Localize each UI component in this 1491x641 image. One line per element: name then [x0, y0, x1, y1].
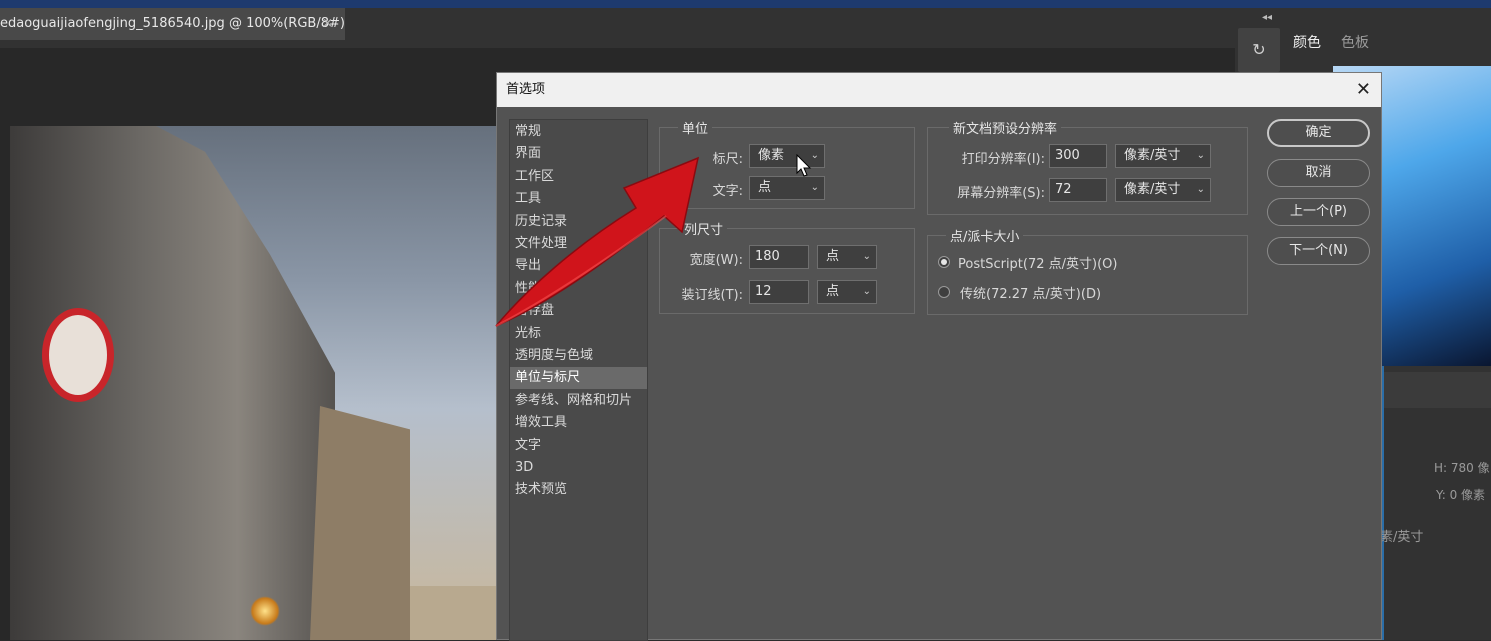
document-tab-title: edaoguaijiaofengjing_5186540.jpg @ 100%(…: [0, 16, 345, 31]
traffic-sign: [42, 308, 114, 402]
building-far: [410, 586, 496, 640]
sidebar-item[interactable]: 常规: [510, 121, 647, 143]
annotation-arrow-icon: [495, 156, 700, 327]
sidebar-item[interactable]: 文字: [510, 435, 647, 457]
width-input[interactable]: 180: [749, 245, 809, 269]
document-tab[interactable]: edaoguaijiaofengjing_5186540.jpg @ 100%(…: [0, 8, 345, 40]
units-group-label: 单位: [678, 118, 713, 137]
print-resolution-unit-select[interactable]: 像素/英寸 ⌄: [1115, 144, 1211, 168]
tab-swatches[interactable]: 色板: [1341, 28, 1369, 58]
sidebar-item[interactable]: 单位与标尺: [510, 367, 647, 390]
next-button[interactable]: 下一个(N): [1267, 237, 1370, 265]
point-pica-size-group: [927, 235, 1248, 315]
ok-button[interactable]: 确定: [1267, 119, 1370, 147]
chevron-down-icon: ⌄: [862, 251, 871, 262]
traditional-label[interactable]: 传统(72.27 点/英寸)(D): [960, 283, 1101, 302]
collapse-panels-icon[interactable]: ◂◂: [1262, 12, 1272, 23]
dialog-title: 首选项: [506, 82, 546, 97]
gutter-unit-value: 点: [826, 284, 840, 299]
point-pica-size-label: 点/派卡大小: [946, 226, 1024, 245]
width-unit-select[interactable]: 点 ⌄: [817, 245, 877, 269]
cancel-button[interactable]: 取消: [1267, 159, 1370, 187]
mouse-cursor-icon: [796, 154, 812, 177]
sidebar-item[interactable]: 技术预览: [510, 479, 647, 501]
tab-color[interactable]: 颜色: [1293, 28, 1321, 58]
info-unit: 素/英寸: [1380, 530, 1424, 545]
print-unit-value: 像素/英寸: [1124, 148, 1181, 163]
chevron-down-icon: ⌄: [862, 286, 871, 297]
sidebar-item[interactable]: 增效工具: [510, 412, 647, 434]
ruler-unit-value: 像素: [758, 148, 785, 163]
info-h: H: 780 像: [1434, 461, 1490, 475]
sidebar-item[interactable]: 3D: [510, 457, 647, 479]
gutter-input[interactable]: 12: [749, 280, 809, 304]
info-y: Y: 0 像素: [1436, 488, 1486, 502]
new-doc-resolution-label: 新文档预设分辨率: [949, 118, 1062, 137]
traditional-radio[interactable]: [938, 286, 950, 298]
type-unit-value: 点: [758, 180, 772, 195]
postscript-radio[interactable]: [938, 256, 950, 268]
type-unit-select[interactable]: 点 ⌄: [749, 176, 825, 200]
chevron-down-icon: ⌄: [1196, 184, 1205, 195]
previous-button[interactable]: 上一个(P): [1267, 198, 1370, 226]
window-top-strip: [0, 0, 1491, 8]
chevron-down-icon: ⌄: [810, 182, 819, 193]
sidebar-item[interactable]: 参考线、网格和切片: [510, 390, 647, 412]
ruler-unit-select[interactable]: 像素 ⌄: [749, 144, 825, 168]
screen-unit-value: 像素/英寸: [1124, 182, 1181, 197]
street-light: [250, 596, 280, 626]
history-panel-icon[interactable]: ↻: [1238, 28, 1280, 72]
print-resolution-input[interactable]: 300: [1049, 144, 1107, 168]
dialog-title-bar[interactable]: 首选项 ✕: [497, 73, 1381, 107]
screen-resolution-input[interactable]: 72: [1049, 178, 1107, 202]
screen-resolution-unit-select[interactable]: 像素/英寸 ⌄: [1115, 178, 1211, 202]
street-photo: [10, 126, 496, 640]
close-icon[interactable]: ✕: [1356, 73, 1371, 107]
panel-divider: [1382, 366, 1384, 640]
gutter-unit-select[interactable]: 点 ⌄: [817, 280, 877, 304]
print-resolution-label: 打印分辨率(I):: [961, 152, 1045, 167]
width-unit-value: 点: [826, 249, 840, 264]
building-middle: [310, 406, 410, 640]
screen-resolution-label: 屏幕分辨率(S):: [957, 186, 1045, 201]
panel-strip: [1383, 372, 1491, 408]
postscript-label[interactable]: PostScript(72 点/英寸)(O): [958, 253, 1117, 272]
chevron-down-icon: ⌄: [1196, 150, 1205, 161]
close-icon[interactable]: ×: [322, 8, 333, 40]
sidebar-item[interactable]: 透明度与色域: [510, 345, 647, 367]
